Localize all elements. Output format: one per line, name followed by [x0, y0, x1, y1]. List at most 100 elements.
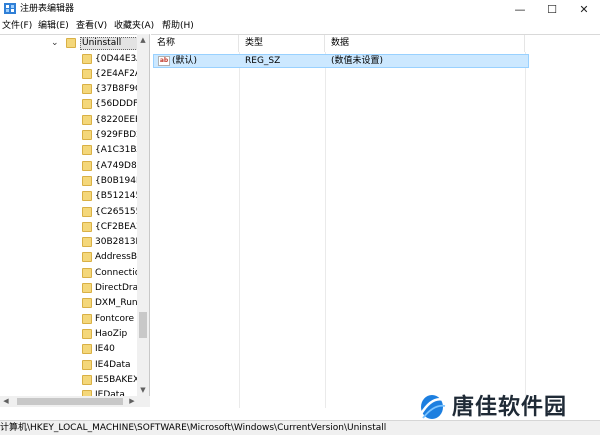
tree-item[interactable]: {0D44E3A4: [0, 52, 139, 67]
tree-item[interactable]: {C2651553: [0, 205, 139, 220]
folder-icon: [82, 313, 92, 324]
tree-item[interactable]: IE5BAKEX: [0, 373, 139, 388]
values-list[interactable]: 名称 类型 数据 ab (默认) REG_SZ (数值未设置): [151, 34, 600, 408]
menu-favorites[interactable]: 收藏夹(A): [114, 20, 154, 32]
tree-item-label: DirectDraw: [95, 283, 139, 293]
tree-item[interactable]: {B0B194F8: [0, 174, 139, 189]
folder-icon: [82, 374, 92, 385]
tree-item[interactable]: {37B8F9C7: [0, 82, 139, 97]
folder-icon: [82, 99, 92, 110]
column-divider: [525, 52, 526, 408]
tree-item-label: HaoZip: [95, 328, 128, 339]
folder-icon: [82, 359, 92, 370]
tree-item[interactable]: {CF2BEA3C: [0, 220, 139, 235]
tree-item-uninstall[interactable]: ⌄ Uninstall: [0, 36, 146, 51]
string-value-icon: ab: [158, 56, 170, 66]
tree-item[interactable]: {2E4AF2A6: [0, 67, 139, 82]
folder-icon: [82, 114, 92, 125]
tree-item[interactable]: AddressBo: [0, 250, 139, 265]
tree-item[interactable]: DXM_Runt: [0, 296, 139, 311]
folder-icon: [82, 175, 92, 186]
folder-icon: [82, 130, 92, 140]
watermark-text: 唐佳软件园: [452, 395, 568, 420]
tree-item-label: {A749D8E6: [95, 160, 139, 171]
tree-item-label: 30B2813B: [95, 237, 139, 248]
folder-icon: [82, 344, 92, 355]
folder-icon: [82, 206, 92, 217]
value-name: (默认): [172, 56, 198, 66]
column-header-type[interactable]: 类型: [239, 35, 325, 52]
tree-item-label: {929FBD26: [95, 130, 139, 140]
tree-item[interactable]: {929FBD26: [0, 128, 139, 143]
folder-icon: [82, 283, 92, 293]
menu-help[interactable]: 帮助(H): [162, 20, 194, 32]
scroll-right-arrow-icon[interactable]: ▶: [126, 396, 138, 407]
tree-item-label: AddressBo: [95, 252, 139, 263]
tree-item-label: {56DDDFB: [95, 99, 139, 110]
tree-item-label: {8220EEFE: [95, 114, 139, 125]
tree-vertical-scrollbar[interactable]: ▲ ▼: [137, 34, 149, 396]
tree-item[interactable]: {A749D8E6: [0, 159, 139, 174]
tree-item[interactable]: HaoZip: [0, 327, 138, 342]
tree-item-label: Connection: [95, 267, 139, 278]
folder-icon: [82, 84, 92, 95]
close-button[interactable]: ✕: [568, 0, 600, 18]
tree-item-label: {B0B194F8: [95, 175, 139, 186]
registry-tree[interactable]: ⌄ Uninstall {0D44E3A4 {2E4AF2A6 {37B8F9C7 {…: [0, 34, 150, 407]
column-divider: [325, 52, 326, 408]
tree-item[interactable]: DirectDraw: [0, 281, 139, 296]
tree-item-label: {0D44E3A4: [95, 53, 139, 64]
tree-horizontal-scrollbar[interactable]: ◀ ▶: [0, 396, 150, 407]
column-divider: [239, 52, 240, 408]
tree-item-label: {CF2BEA3C: [95, 221, 139, 232]
registry-path: 计算机\HKEY_LOCAL_MACHINE\SOFTWARE\Microsof…: [0, 423, 387, 433]
menu-edit[interactable]: 编辑(E): [38, 20, 69, 32]
tree-item[interactable]: {56DDDFB: [0, 97, 139, 112]
tree-item-label: {B5121457: [95, 191, 139, 202]
tree-item[interactable]: Fontcore: [0, 312, 138, 327]
tree-item-label: {2E4AF2A6: [95, 68, 139, 79]
tree-item[interactable]: {B5121457: [0, 189, 139, 204]
tree-item[interactable]: IE4Data: [0, 358, 138, 373]
title-bar: 注册表编辑器 — ☐ ✕: [0, 0, 600, 18]
tree-item[interactable]: {8220EEFE: [0, 113, 139, 128]
folder-icon: [82, 267, 92, 278]
scroll-left-arrow-icon[interactable]: ◀: [0, 396, 12, 407]
scroll-down-arrow-icon[interactable]: ▼: [137, 384, 149, 396]
minimize-button[interactable]: —: [504, 0, 536, 18]
tree-item-label: {37B8F9C7: [95, 84, 139, 95]
folder-icon: [82, 191, 92, 202]
value-type: REG_SZ: [245, 56, 281, 66]
value-data: (数值未设置): [331, 56, 384, 66]
tree-item-label: Fontcore: [95, 313, 135, 324]
folder-icon: [82, 160, 92, 171]
tree-item[interactable]: {A1C31BA5: [0, 143, 139, 158]
scroll-up-arrow-icon[interactable]: ▲: [137, 34, 149, 46]
tree-item-label: DXM_Runt: [95, 298, 139, 309]
folder-icon: [82, 68, 92, 79]
tree-item[interactable]: 30B2813B: [0, 235, 139, 250]
tree-item-label: IE40: [95, 344, 115, 355]
column-header-name[interactable]: 名称: [151, 35, 239, 52]
tree-item[interactable]: IE40: [0, 342, 138, 357]
folder-icon: [82, 298, 92, 309]
value-row-default[interactable]: ab (默认) REG_SZ (数值未设置): [153, 54, 529, 68]
folder-icon: [82, 221, 92, 232]
menu-bar: 文件(F) 编辑(E) 查看(V) 收藏夹(A) 帮助(H): [0, 18, 600, 34]
site-logo-icon: [419, 395, 446, 419]
folder-icon: [82, 145, 92, 156]
tree-item-label: {A1C31BA5: [95, 145, 139, 156]
chevron-down-icon[interactable]: ⌄: [51, 37, 59, 50]
maximize-button[interactable]: ☐: [536, 0, 568, 18]
menu-view[interactable]: 查看(V): [76, 20, 107, 32]
tree-item-label: IE5BAKEX: [95, 374, 139, 385]
tree-item-label: {C2651553: [95, 206, 139, 217]
menu-file[interactable]: 文件(F): [2, 20, 32, 32]
tree-item[interactable]: Connection: [0, 266, 139, 281]
window-title: 注册表编辑器: [20, 4, 75, 14]
scrollbar-thumb[interactable]: [139, 312, 147, 338]
column-header-data[interactable]: 数据: [325, 35, 525, 52]
tree-item-label: IE4Data: [95, 359, 131, 370]
scrollbar-thumb[interactable]: [17, 398, 123, 405]
folder-icon: [82, 237, 92, 248]
